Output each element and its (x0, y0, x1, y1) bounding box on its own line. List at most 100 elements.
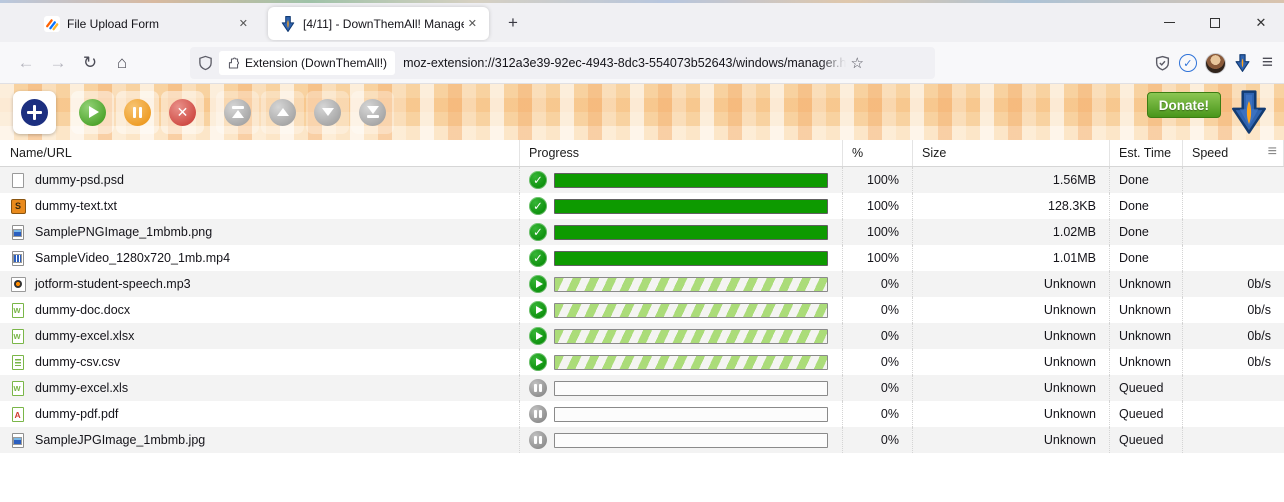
file-name: SampleVideo_1280x720_1mb.mp4 (35, 251, 231, 265)
est-time-value: Unknown (1110, 323, 1183, 349)
table-row[interactable]: dummy-text.txt 100% 128.3KB Done (0, 193, 1284, 219)
column-header-est-time[interactable]: Est. Time (1110, 140, 1183, 166)
donate-button[interactable]: Donate! (1146, 92, 1221, 118)
table-row[interactable]: SampleVideo_1280x720_1mb.mp4 100% 1.01MB… (0, 245, 1284, 271)
est-time-value: Done (1110, 219, 1183, 245)
progress-bar (554, 380, 828, 396)
file-word-icon (10, 328, 26, 344)
move-to-top-button[interactable] (216, 90, 259, 134)
table-row[interactable]: dummy-excel.xlsx 0% Unknown Unknown 0b/s (0, 323, 1284, 349)
home-button[interactable]: ⌂ (106, 48, 138, 78)
percent-value: 0% (843, 271, 913, 297)
file-sublime-icon (10, 198, 26, 214)
pause-circle-icon (124, 98, 151, 126)
table-row[interactable]: SampleJPGImage_1mbmb.jpg 0% Unknown Queu… (0, 427, 1284, 453)
address-bar[interactable]: Extension (DownThemAll!) moz-extension:/… (190, 47, 935, 79)
percent-value: 0% (843, 401, 913, 427)
speed-value (1183, 167, 1284, 193)
verified-check-icon[interactable]: ✓ (1178, 54, 1197, 72)
forward-button[interactable]: → (42, 48, 74, 78)
speed-value (1183, 375, 1284, 401)
table-row[interactable]: dummy-csv.csv 0% Unknown Unknown 0b/s (0, 349, 1284, 375)
profile-avatar[interactable] (1204, 52, 1226, 74)
size-value: 128.3KB (913, 193, 1110, 219)
minimize-icon (1163, 21, 1175, 24)
tab-title: [4/11] - DownThemAll! Manager (303, 16, 464, 31)
arrow-down-icon (314, 98, 341, 126)
speed-value (1183, 219, 1284, 245)
dta-toolbar: ✕ Donate! (0, 84, 1284, 140)
percent-value: 0% (843, 323, 913, 349)
speed-value: 0b/s (1247, 303, 1271, 317)
size-value: Unknown (913, 323, 1110, 349)
file-name: dummy-excel.xlsx (35, 329, 135, 343)
size-value: Unknown (913, 427, 1110, 453)
window-controls: ✕ (1146, 3, 1284, 42)
speed-value: 0b/s (1247, 277, 1271, 291)
back-button[interactable]: ← (10, 48, 42, 78)
status-pause-icon (529, 379, 547, 397)
pause-button[interactable] (116, 90, 159, 134)
status-play-icon (529, 301, 547, 319)
est-time-value: Queued (1110, 401, 1183, 427)
arrow-up-icon (269, 98, 296, 126)
tab-downthemall-manager[interactable]: [4/11] - DownThemAll! Manager ✕ (268, 7, 489, 40)
est-time-value: Unknown (1110, 297, 1183, 323)
percent-value: 100% (843, 193, 913, 219)
tab-bar: File Upload Form ✕ [4/11] - DownThemAll!… (0, 3, 1284, 42)
resume-button[interactable] (71, 90, 114, 134)
column-header-progress[interactable]: Progress (520, 140, 843, 166)
size-value: 1.01MB (913, 245, 1110, 271)
table-row[interactable]: dummy-pdf.pdf 0% Unknown Queued (0, 401, 1284, 427)
status-play-icon (529, 327, 547, 345)
move-up-button[interactable] (261, 90, 304, 134)
close-tab-icon[interactable]: ✕ (464, 15, 481, 32)
table-row[interactable]: SamplePNGImage_1mbmb.png 100% 1.02MB Don… (0, 219, 1284, 245)
new-tab-button[interactable]: + (500, 12, 526, 34)
column-picker-icon[interactable]: ≡ (1268, 143, 1277, 161)
progress-bar (554, 302, 828, 318)
maximize-button[interactable] (1192, 3, 1238, 42)
downthemall-toolbar-icon[interactable] (1234, 54, 1251, 72)
hamburger-menu-icon[interactable]: ≡ (1259, 52, 1276, 74)
tab-title: File Upload Form (67, 16, 160, 31)
progress-bar (554, 224, 828, 240)
move-to-bottom-button[interactable] (351, 90, 394, 134)
bookmark-star-icon[interactable]: ☆ (850, 54, 863, 72)
file-name: dummy-doc.docx (35, 303, 131, 317)
est-time-value: Done (1110, 245, 1183, 271)
tab-file-upload-form[interactable]: File Upload Form ✕ (32, 7, 260, 40)
column-header-name[interactable]: Name/URL (0, 140, 520, 166)
column-header-percent[interactable]: % (843, 140, 913, 166)
table-row[interactable]: dummy-psd.psd 100% 1.56MB Done (0, 167, 1284, 193)
navbar-right-icons: ✓ ≡ (1154, 47, 1276, 79)
add-downloads-button[interactable] (13, 90, 56, 134)
file-word-icon (10, 380, 26, 396)
close-window-button[interactable]: ✕ (1238, 3, 1284, 42)
table-row[interactable]: dummy-doc.docx 0% Unknown Unknown 0b/s (0, 297, 1284, 323)
est-time-value: Done (1110, 167, 1183, 193)
progress-bar (554, 328, 828, 344)
protections-shield-icon[interactable] (1154, 55, 1171, 72)
cancel-button[interactable]: ✕ (161, 90, 204, 134)
tracking-protection-shield-icon[interactable] (198, 55, 213, 71)
column-header-size[interactable]: Size (913, 140, 1110, 166)
percent-value: 0% (843, 297, 913, 323)
minimize-button[interactable] (1146, 3, 1192, 42)
close-tab-icon[interactable]: ✕ (235, 15, 252, 32)
reload-button[interactable]: ↻ (74, 48, 106, 78)
table-row[interactable]: dummy-excel.xls 0% Unknown Queued (0, 375, 1284, 401)
browser-window: File Upload Form ✕ [4/11] - DownThemAll!… (0, 0, 1284, 502)
arrow-top-icon (224, 98, 251, 126)
maximize-icon (1210, 17, 1220, 28)
cancel-circle-icon: ✕ (169, 98, 196, 126)
status-pause-icon (529, 405, 547, 423)
status-pause-icon (529, 431, 547, 449)
extension-chip[interactable]: Extension (DownThemAll!) (219, 51, 396, 75)
file-image-icon (10, 432, 26, 448)
status-done-icon (529, 223, 547, 241)
move-down-button[interactable] (306, 90, 349, 134)
progress-bar (554, 432, 828, 448)
size-value: 1.02MB (913, 219, 1110, 245)
table-row[interactable]: jotform-student-speech.mp3 0% Unknown Un… (0, 271, 1284, 297)
